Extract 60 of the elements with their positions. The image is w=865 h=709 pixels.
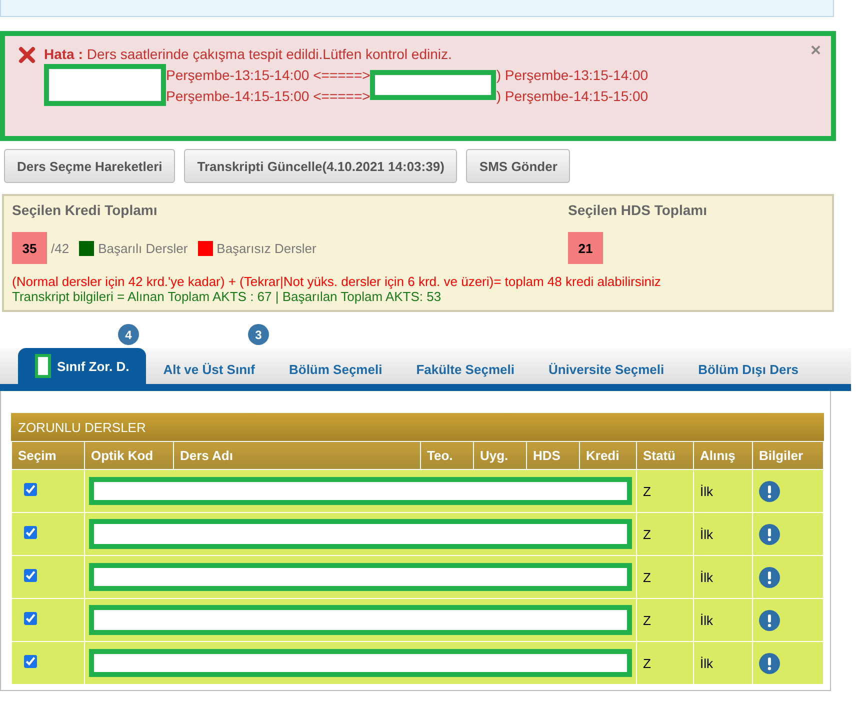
table-cell: İlk [694,556,752,598]
close-button[interactable]: × [810,40,821,61]
column-header: Bilgiler [752,442,824,470]
count-badge: 3 [248,324,269,345]
action-button[interactable]: Transkripti Güncelle(4.10.2021 14:03:39) [184,149,458,183]
table-cell: İlk [694,470,752,512]
column-header: HDS [526,442,580,470]
credit-count: 35 [12,232,47,264]
table-cell: İlk [694,512,752,556]
error-icon [18,46,36,64]
conflict-text: Perşembe-13:15-14:00 <=====> [166,66,370,84]
error-message: Ders saatlerinde çakışma tespit edildi.Lütfen kontrol ediniz. [86,45,452,64]
info-icon[interactable] [759,480,780,502]
table-cell: Z [636,556,694,598]
column-header: Statü [636,442,694,470]
row-checkbox[interactable] [24,483,37,496]
column-header: Teo. [420,442,474,470]
info-icon[interactable] [759,566,780,588]
tab[interactable]: Sınıf Zor. D. [18,348,146,384]
info-icon[interactable] [759,524,780,544]
conflict-text: Perşembe-14:15-15:00 <=====> [166,86,370,106]
table-cell: İlk [694,598,752,642]
tab[interactable]: Üniversite Seçmeli [531,354,682,384]
tab[interactable]: Alt ve Üst Sınıf [146,354,272,384]
hds-count: 21 [568,232,603,264]
column-header: Ders Adı [174,442,420,470]
tab[interactable]: Bölüm Seçmeli [272,354,400,384]
credit-max: /42 [51,240,70,256]
row-checkbox[interactable] [24,526,37,539]
credit-title: Seçilen Kredi Toplamı [12,202,158,218]
table-cell: Z [636,642,694,684]
table-title: ZORUNLU DERSLER [11,413,824,441]
row-checkbox[interactable] [24,655,37,668]
error-label: Hata : [44,45,83,64]
hds-title: Seçilen HDS Toplamı [568,202,707,218]
info-icon[interactable] [759,652,780,674]
table-cell: Z [636,598,694,642]
redaction-box [35,354,51,378]
row-checkbox[interactable] [24,569,37,582]
column-header: Optik Kod [84,442,174,470]
credit-note: (Normal dersler için 42 krd.'ye kadar) + (Tekrar|Not yüks. dersler için 6 krd. ve üzeri)= toplam 48 kredi alabilirsiniz [12,274,662,289]
legend-label: Başarısız Dersler [216,240,316,256]
table-cell: İlk [694,642,752,684]
table-cell: Z [636,470,694,512]
transcript-info: Transkript bilgileri = Alınan Toplam AKTS : 67 | Başarılan Toplam AKTS: 53 [12,289,442,304]
info-icon[interactable] [759,610,780,630]
row-checkbox[interactable] [24,612,37,625]
column-header: Alınış [694,442,752,470]
tab[interactable]: Fakülte Seçmeli [399,354,532,384]
column-header: Seçim [12,442,84,470]
table-cell: Z [636,512,694,556]
tab[interactable]: Bölüm Dışı Ders [681,354,816,384]
conflict-text: ) Perşembe-14:15-15:00 [496,86,648,106]
column-header: Uyg. [474,442,526,470]
column-header: Kredi [580,442,636,470]
legend-label: Başarılı Dersler [98,240,188,256]
action-button[interactable]: SMS Gönder [466,149,570,183]
action-button[interactable]: Ders Seçme Hareketleri [4,149,176,183]
conflict-text: ) Perşembe-13:15-14:00 [496,66,648,84]
count-badge: 4 [118,324,139,345]
